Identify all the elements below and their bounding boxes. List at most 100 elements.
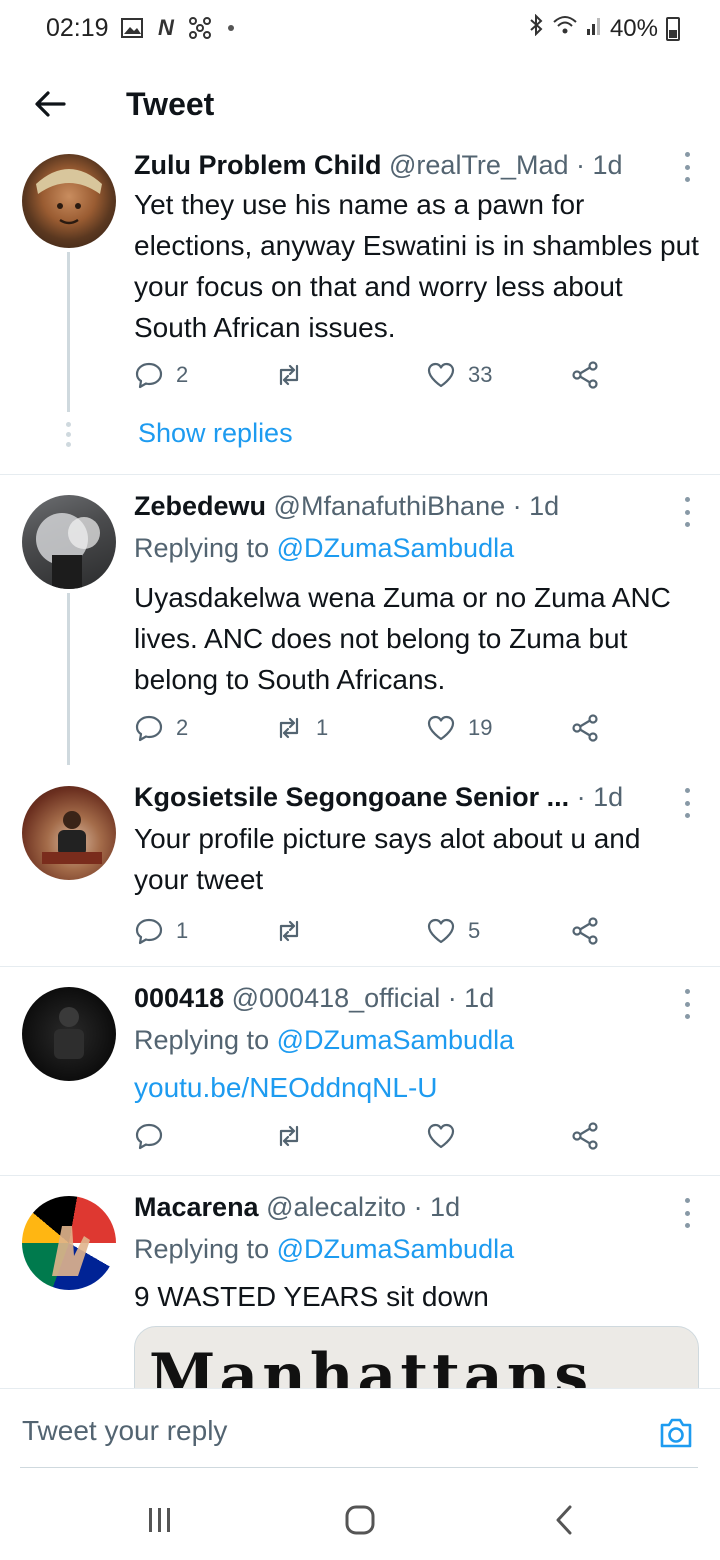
retweet-button[interactable] (274, 916, 316, 946)
share-icon (572, 361, 598, 389)
more-options-icon[interactable] (682, 1198, 692, 1228)
battery-icon (666, 16, 680, 41)
retweet-button[interactable] (274, 360, 316, 390)
retweet-icon (279, 920, 299, 942)
home-button[interactable] (340, 1500, 380, 1540)
thread-gap-dots (66, 422, 72, 447)
display-name[interactable]: 000418 (134, 983, 224, 1013)
page-title: Tweet (126, 86, 215, 122)
recent-apps-button[interactable] (140, 1500, 180, 1540)
share-button[interactable] (570, 1121, 600, 1151)
tweet-image[interactable]: Manhattans (134, 1326, 699, 1388)
status-bar: 02:19 N 40% (0, 0, 720, 60)
retweet-icon (279, 364, 299, 386)
heart-icon (427, 918, 455, 944)
retweet-count: 1 (316, 715, 329, 740)
display-name[interactable]: Macarena (134, 1192, 259, 1222)
retweet-icon (279, 1125, 299, 1147)
thread-line (67, 252, 70, 412)
tweet-text: youtu.be/NEOddnqNL-U (134, 1067, 700, 1108)
like-button[interactable]: 19 (426, 713, 492, 743)
reply-button[interactable]: 1 (134, 916, 188, 946)
recents-icon (149, 1508, 170, 1532)
avatar[interactable] (22, 1196, 116, 1290)
heart-icon (427, 362, 455, 388)
tweet-text: Your profile picture says alot about u a… (134, 823, 641, 895)
tweet-card[interactable]: Macarena @alecalzito · 1d Replying to @D… (0, 1176, 720, 1388)
bluetooth-icon (528, 13, 544, 43)
more-options-icon[interactable] (682, 497, 692, 527)
camera-button[interactable] (656, 1413, 696, 1453)
like-button[interactable]: 33 (426, 360, 492, 390)
back-button[interactable] (28, 82, 72, 126)
reply-icon (135, 715, 163, 742)
avatar[interactable] (22, 154, 116, 248)
url-link[interactable]: youtu.be/NEOddnqNL-U (134, 1072, 438, 1103)
thread-line (67, 593, 70, 765)
notification-icons: N (120, 15, 234, 40)
display-name[interactable]: Kgosietsile Segongoane Senior ... (134, 782, 569, 812)
reply-input[interactable]: Tweet your reply (22, 1415, 227, 1447)
avatar[interactable] (22, 495, 116, 589)
tweet-card[interactable]: Zulu Problem Child @realTre_Mad · 1d Yet… (0, 152, 720, 474)
arrow-left-icon (35, 91, 66, 117)
share-button[interactable] (570, 360, 600, 390)
replying-to-label: Replying to (134, 1234, 277, 1264)
system-navigation-bar (0, 1476, 720, 1560)
avatar[interactable] (22, 987, 116, 1081)
show-replies-link[interactable]: Show replies (138, 418, 293, 449)
tweet-text: Uyasdakelwa wena Zuma or no Zuma ANC liv… (134, 582, 671, 695)
tweet-text: 9 WASTED YEARS sit down (134, 1281, 489, 1312)
mention-link[interactable]: @DZumaSambudla (277, 1234, 515, 1264)
display-name[interactable]: Zebedewu (134, 491, 266, 521)
mention-link[interactable]: @DZumaSambudla (277, 533, 515, 563)
reply-icon (135, 362, 163, 389)
like-button[interactable]: 5 (426, 916, 480, 946)
netflix-icon: N (158, 15, 174, 40)
tweet-header: Zulu Problem Child @realTre_Mad · 1d (134, 152, 684, 181)
retweet-button[interactable] (274, 1121, 304, 1151)
handle-and-time: @alecalzito · 1d (266, 1192, 461, 1222)
like-button[interactable] (426, 1121, 456, 1151)
more-notifications-dot (228, 25, 234, 31)
battery-percent: 40% (609, 14, 658, 42)
reply-button[interactable]: 2 (134, 360, 188, 390)
chevron-left-icon (556, 1505, 572, 1535)
wifi-icon (552, 14, 578, 43)
tweet-card[interactable]: Zebedewu @MfanafuthiBhane · 1d Replying … (0, 475, 720, 765)
tweet-actions: 2 33 (134, 360, 614, 400)
input-underline (20, 1467, 698, 1468)
reply-button[interactable] (134, 1121, 164, 1151)
display-name[interactable]: Zulu Problem Child (134, 152, 382, 180)
tweet-header: Zebedewu @MfanafuthiBhane · 1d (134, 491, 684, 522)
tweet-actions: 2 1 19 (134, 713, 614, 753)
handle-and-time: · 1d (576, 782, 624, 812)
tweet-actions: 1 5 (134, 916, 614, 956)
tweet-text: Yet they use his name as a pawn for elec… (134, 189, 699, 343)
share-icon (572, 917, 598, 945)
more-options-icon[interactable] (682, 152, 692, 182)
more-options-icon[interactable] (682, 788, 692, 818)
reply-button[interactable]: 2 (134, 713, 188, 743)
heart-icon (427, 715, 455, 741)
retweet-button[interactable]: 1 (274, 713, 328, 743)
share-icon (572, 714, 598, 742)
system-back-button[interactable] (544, 1500, 584, 1540)
replies-feed[interactable]: Zulu Problem Child @realTre_Mad · 1d Yet… (0, 152, 720, 1388)
handle-and-time: @MfanafuthiBhane · 1d (273, 491, 560, 521)
share-button[interactable] (570, 916, 600, 946)
share-button[interactable] (570, 713, 600, 743)
heart-icon (427, 1123, 455, 1149)
reply-count: 2 (176, 362, 189, 387)
like-count: 19 (468, 715, 493, 740)
avatar[interactable] (22, 786, 116, 880)
replying-to-label: Replying to (134, 533, 277, 563)
mention-link[interactable]: @DZumaSambudla (277, 1025, 515, 1055)
replying-to: Replying to @DZumaSambudla (134, 533, 514, 564)
tweet-card[interactable]: 000418 @000418_official · 1d Replying to… (0, 967, 720, 1175)
tweet-header: Macarena @alecalzito · 1d (134, 1192, 684, 1223)
reply-count: 2 (176, 715, 189, 740)
reply-composer: Tweet your reply (0, 1388, 720, 1476)
tweet-card[interactable]: Kgosietsile Segongoane Senior ... · 1d Y… (0, 766, 720, 966)
more-options-icon[interactable] (682, 989, 692, 1019)
